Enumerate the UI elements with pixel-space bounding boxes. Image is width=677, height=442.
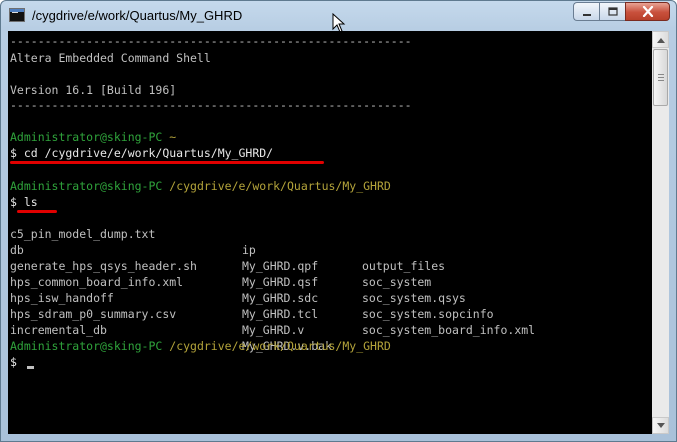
listing-row: db My_GHRD.qpf soc_system (10, 226, 431, 289)
close-button[interactable] (625, 2, 670, 21)
window-title: /cygdrive/e/work/Quartus/My_GHRD (32, 8, 243, 23)
terminal-window: /cygdrive/e/work/Quartus/My_GHRD -------… (0, 0, 677, 442)
ls-command: $ ls (10, 195, 38, 209)
listing-entry: soc_system.sopcinfo (362, 307, 494, 321)
window-controls (573, 2, 670, 21)
red-annotation-underline-cd (10, 161, 324, 164)
listing-row: hps_common_board_info.xml My_GHRD.sdc so… (10, 258, 494, 321)
thumb-grip (658, 74, 664, 75)
minimize-icon (582, 13, 591, 16)
arrow-up-icon (656, 37, 665, 43)
scrollbar-thumb[interactable] (653, 49, 668, 106)
maximize-button[interactable] (599, 2, 625, 21)
separator-bottom: ----------------------------------------… (10, 98, 412, 112)
listing-row: hps_isw_handoff My_GHRD.tcl soc_system_b… (10, 274, 535, 337)
listing-entry: soc_system.qsys (362, 291, 466, 305)
prompt-path: /cygdrive/e/work/Quartus/My_GHRD (169, 339, 391, 353)
arrow-down-icon (656, 422, 665, 428)
listing-entry: My_GHRD.v (242, 323, 305, 337)
thumb-grip (658, 80, 664, 81)
listing-row: c5_pin_model_dump.txt ip output_files (10, 210, 445, 273)
listing-row: generate_hps_qsys_header.sh My_GHRD.qsf … (10, 242, 466, 305)
prompt-line-1: Administrator@sking-PC ~ (10, 129, 176, 145)
close-icon (642, 6, 653, 17)
prompt-line-2: Administrator@sking-PC /cygdrive/e/work/… (10, 178, 391, 194)
current-prompt: $ (10, 354, 17, 370)
listing-entry: My_GHRD.qpf (242, 259, 319, 273)
minimize-button[interactable] (573, 2, 599, 21)
maximize-icon (607, 6, 618, 16)
scroll-up-button[interactable] (652, 31, 669, 48)
console-output[interactable]: ----------------------------------------… (8, 31, 652, 434)
listing-entry: My_GHRD.sdc (242, 291, 319, 305)
prompt-path: /cygdrive/e/work/Quartus/My_GHRD (169, 179, 391, 193)
listing-entry: ip (242, 243, 256, 257)
prompt-user: Administrator@sking-PC (10, 130, 163, 144)
scroll-down-button[interactable] (652, 417, 669, 434)
vertical-scrollbar[interactable] (652, 31, 669, 434)
prompt-user: Administrator@sking-PC (10, 179, 163, 193)
text-cursor (27, 366, 34, 369)
listing-entry: My_GHRD.qsf (242, 275, 319, 289)
separator-top: ----------------------------------------… (10, 34, 412, 48)
listing-row: hps_sdram_p0_summary.csv My_GHRD.v (10, 290, 304, 337)
thumb-grip (658, 77, 664, 78)
listing-row: incremental_db My_GHRD.v.bak (10, 306, 332, 353)
listing-entry: My_GHRD.tcl (242, 307, 319, 321)
mouse-pointer-icon (332, 13, 346, 33)
listing-entry: output_files (362, 259, 446, 273)
listing-entry: incremental_db (10, 323, 107, 337)
listing-entry: soc_system (362, 275, 432, 289)
listing-entry: soc_system_board_info.xml (362, 323, 536, 337)
prompt-line-3: Administrator@sking-PC /cygdrive/e/work/… (10, 338, 391, 354)
prompt-user: Administrator@sking-PC (10, 339, 163, 353)
prompt-path: ~ (169, 130, 177, 144)
terminal-app-icon[interactable] (9, 8, 25, 22)
prompt-symbol: $ (10, 355, 17, 369)
title-bar[interactable]: /cygdrive/e/work/Quartus/My_GHRD (1, 1, 676, 33)
shell-heading: Altera Embedded Command Shell (10, 51, 211, 65)
version-line: Version 16.1 [Build 196] (10, 83, 177, 97)
cd-command: $ cd /cygdrive/e/work/Quartus/My_GHRD/ (10, 146, 274, 160)
